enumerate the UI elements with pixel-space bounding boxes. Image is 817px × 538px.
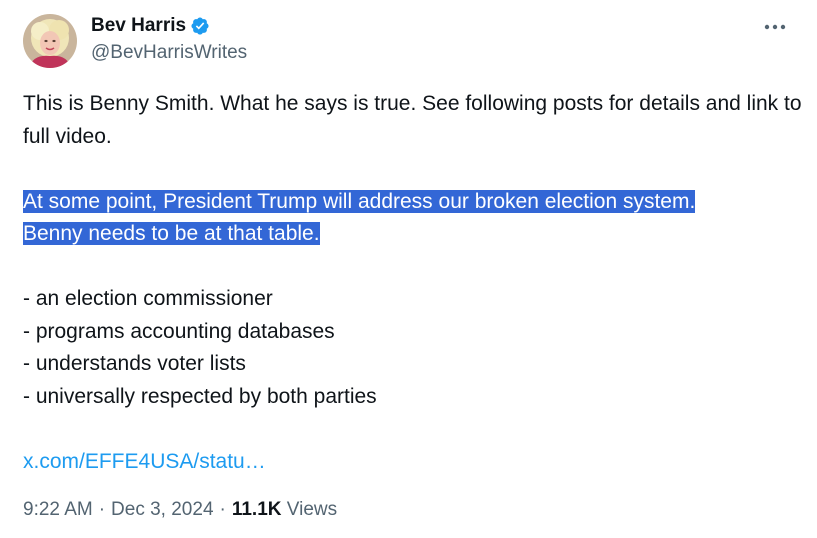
more-horizontal-icon bbox=[764, 24, 786, 30]
avatar-image bbox=[23, 14, 77, 68]
meta-separator: · bbox=[219, 499, 226, 520]
tweet-meta: 9:22 AM · Dec 3, 2024 · 11.1K Views bbox=[23, 496, 337, 524]
post-date[interactable]: Dec 3, 2024 bbox=[111, 499, 213, 521]
verified-badge-icon[interactable] bbox=[190, 16, 210, 36]
tweet-card: Bev Harris @BevHarrisWrites This is Benn… bbox=[0, 0, 817, 538]
author-handle[interactable]: @BevHarrisWrites bbox=[91, 42, 247, 64]
author-display-name[interactable]: Bev Harris bbox=[91, 15, 186, 37]
meta-separator: · bbox=[98, 499, 106, 520]
list-item: - universally respected by both parties bbox=[23, 384, 377, 408]
avatar[interactable] bbox=[23, 14, 77, 68]
tweet-body: This is Benny Smith. What he says is tru… bbox=[23, 88, 803, 478]
more-options-button[interactable] bbox=[762, 16, 788, 38]
views-label: Views bbox=[286, 499, 338, 520]
list-item: - programs accounting databases bbox=[23, 319, 335, 343]
post-time[interactable]: 9:22 AM bbox=[23, 499, 93, 521]
post-link[interactable]: x.com/EFFE4USA/statu… bbox=[23, 450, 266, 473]
bullet-list: - an election commissioner - programs ac… bbox=[23, 283, 803, 413]
highlighted-line-1: At some point, President Trump will addr… bbox=[23, 189, 696, 213]
views: 11.1K Views bbox=[232, 499, 337, 521]
highlighted-selection: At some point, President Trump will addr… bbox=[23, 186, 803, 251]
list-item: - an election commissioner bbox=[23, 287, 273, 310]
author-name-row: Bev Harris bbox=[91, 14, 210, 38]
tweet-intro: This is Benny Smith. What he says is tru… bbox=[23, 92, 802, 148]
list-item: - understands voter lists bbox=[23, 352, 246, 375]
highlighted-line-2: Benny needs to be at that table. bbox=[23, 222, 320, 245]
views-count: 11.1K bbox=[231, 499, 282, 520]
